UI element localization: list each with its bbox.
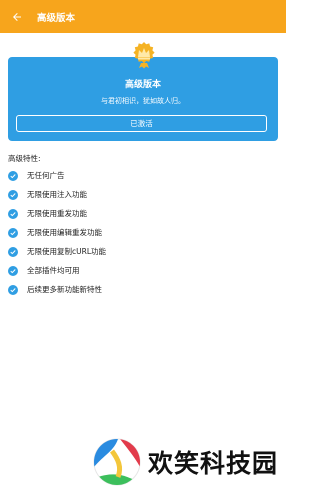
card-title: 高级版本: [124, 80, 161, 90]
feature-label: 无限使用重发功能: [27, 209, 87, 218]
check-circle-icon: [8, 208, 18, 219]
check-circle-icon: [8, 246, 18, 257]
feature-label: 无任何广告: [27, 171, 65, 180]
feature-label: 无限使用复制cURL功能: [27, 247, 107, 256]
list-item: 全部插件均可用: [0, 261, 286, 280]
back-button[interactable]: [0, 0, 33, 33]
activated-button[interactable]: 已激活: [16, 115, 267, 132]
check-circle-icon: [8, 265, 18, 276]
page-title: 高级版本: [37, 12, 76, 24]
check-circle-icon: [8, 284, 18, 295]
list-item: 无限使用重发功能: [0, 204, 286, 223]
check-circle-icon: [8, 170, 18, 181]
watermark-logo: 欢笑科技园: [92, 434, 282, 490]
feature-label: 无限使用注入功能: [27, 190, 87, 199]
list-item: 无限使用编辑重发功能: [0, 223, 286, 242]
list-item: 无限使用复制cURL功能: [0, 242, 286, 261]
features-heading: 高级特性:: [8, 154, 41, 163]
feature-label: 全部插件均可用: [27, 266, 80, 275]
feature-label: 后续更多新功能新特性: [27, 285, 102, 294]
arrow-left-icon: [12, 12, 21, 21]
list-item: 无任何广告: [0, 166, 286, 185]
watermark-text: 欢笑科技园: [148, 449, 279, 478]
list-item: 无限使用注入功能: [0, 185, 286, 204]
check-circle-icon: [8, 189, 18, 200]
feature-list: 无任何广告 无限使用注入功能 无限使用重发功能 无限使用编辑重发功能 无限使用复…: [0, 166, 286, 299]
feature-label: 无限使用编辑重发功能: [27, 228, 102, 237]
app-bar: 高级版本: [0, 0, 286, 33]
crown-badge-icon: [133, 42, 155, 69]
list-item: 后续更多新功能新特性: [0, 280, 286, 299]
check-circle-icon: [8, 227, 18, 238]
card-subtitle: 与君初相识，犹如故人归。: [101, 97, 185, 105]
volleyball-logo-icon: [93, 438, 141, 486]
